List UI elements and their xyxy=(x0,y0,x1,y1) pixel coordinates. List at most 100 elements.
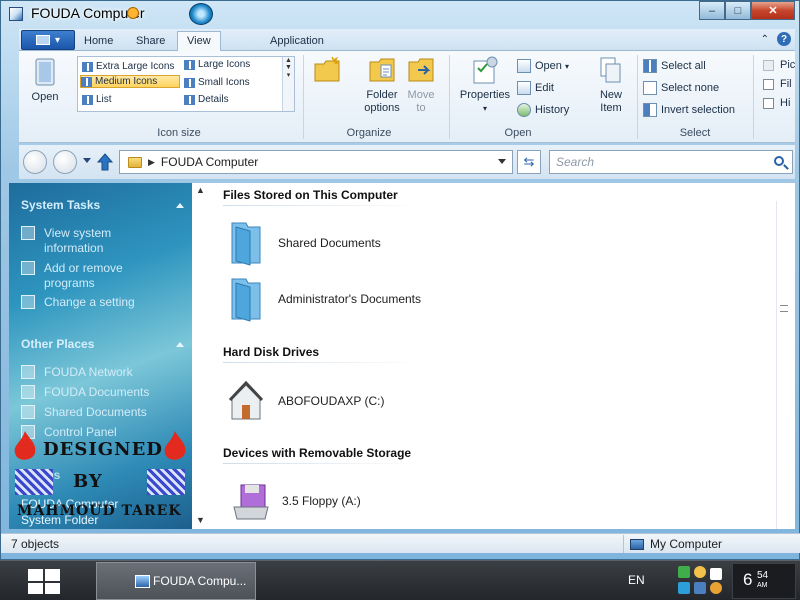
edit-button[interactable]: Edit xyxy=(517,81,554,95)
address-dropdown-icon[interactable] xyxy=(498,159,506,164)
history-button[interactable]: History xyxy=(517,103,569,117)
group-label-organize: Organize xyxy=(346,127,392,139)
minimize-button[interactable]: ‒ xyxy=(699,1,725,20)
group-separator xyxy=(303,55,304,139)
group-separator xyxy=(637,55,638,139)
layout-gallery: Extra Large Icons Large Icons Medium Ico… xyxy=(77,56,295,112)
close-button[interactable]: ✕ xyxy=(751,1,795,20)
item-administrators-documents[interactable]: Administrator's Documents xyxy=(228,275,421,323)
computer-icon xyxy=(135,575,150,588)
collapse-icon[interactable] xyxy=(176,342,184,347)
extra-large-icons-icon xyxy=(82,61,93,72)
place-shared-documents[interactable]: Shared Documents xyxy=(21,405,147,420)
item-local-disk-c[interactable]: ABOFOUDAXP (C:) xyxy=(228,377,384,425)
search-input[interactable]: Search xyxy=(549,150,793,174)
other-places-heading[interactable]: Other Places xyxy=(21,337,94,351)
scroll-up-icon[interactable]: ▲ xyxy=(196,185,205,195)
item-shared-documents[interactable]: Shared Documents xyxy=(228,219,381,267)
computer-icon[interactable] xyxy=(9,7,23,21)
tab-home[interactable]: Home xyxy=(75,32,122,51)
place-fouda-network[interactable]: FOUDA Network xyxy=(21,365,133,380)
tray-icon[interactable] xyxy=(678,566,690,578)
checkbox-file-extensions[interactable]: Fil xyxy=(763,78,792,90)
invert-selection-button[interactable]: Invert selection xyxy=(643,103,735,117)
file-menu-button[interactable]: ▾ xyxy=(21,30,75,50)
help-icon[interactable]: ? xyxy=(777,32,791,46)
layout-small-icons[interactable]: Small Icons xyxy=(184,77,250,88)
checkbox[interactable] xyxy=(763,78,774,90)
collapse-icon[interactable] xyxy=(176,203,184,208)
tab-view[interactable]: View xyxy=(177,31,221,52)
vertical-scrollbar[interactable] xyxy=(776,201,792,529)
media-reel-icon[interactable] xyxy=(189,3,213,25)
item-floppy-a[interactable]: 3.5 Floppy (A:) xyxy=(228,477,361,525)
task-add-remove-programs[interactable]: Add or remove programs xyxy=(21,261,131,291)
network-icon xyxy=(21,365,35,379)
properties-button[interactable]: Properties ▾ xyxy=(455,55,515,115)
quick-access-icon[interactable] xyxy=(127,7,139,19)
tab-share[interactable]: Share xyxy=(127,32,174,51)
content-pane: ▲ ▼ Files Stored on This Computer Shared… xyxy=(192,183,795,529)
up-arrow-icon[interactable] xyxy=(97,153,113,171)
checkbox-hidden-items[interactable]: Hi xyxy=(763,97,790,109)
collapse-ribbon-icon[interactable]: ⌃ xyxy=(761,34,769,45)
windows-logo-tile xyxy=(28,569,43,581)
checkbox-item-check-boxes[interactable]: Pic xyxy=(763,59,795,71)
tray-icon[interactable] xyxy=(694,566,706,578)
edit-icon xyxy=(517,81,531,95)
tray-icon[interactable] xyxy=(710,568,722,580)
checkbox[interactable] xyxy=(763,59,774,71)
language-indicator[interactable]: EN xyxy=(628,573,645,587)
task-change-setting[interactable]: Change a setting xyxy=(21,295,135,310)
group-label-select: Select xyxy=(679,127,711,139)
windows-logo-tile xyxy=(45,569,60,581)
taskbar-window-button[interactable]: FOUDA Compu... xyxy=(96,562,256,600)
back-button[interactable] xyxy=(23,150,47,174)
open-menu-button[interactable]: Open ▾ xyxy=(517,59,569,73)
tray-icon[interactable] xyxy=(710,582,722,594)
layout-details[interactable]: Details xyxy=(184,94,229,105)
new-item-button[interactable]: New Item xyxy=(589,55,633,115)
select-none-button[interactable]: Select none xyxy=(643,81,719,95)
clock[interactable]: 6 54 AM xyxy=(732,563,796,599)
taskbar-window-label: FOUDA Compu... xyxy=(153,574,247,588)
pattern-decoration xyxy=(15,469,53,495)
folder-options-button[interactable]: Folder options xyxy=(357,55,407,115)
move-to-button[interactable]: Move to xyxy=(403,55,439,115)
recent-locations-icon[interactable] xyxy=(83,158,91,163)
select-all-button[interactable]: Select all xyxy=(643,59,706,73)
system-tasks-heading[interactable]: System Tasks xyxy=(21,198,100,212)
section-removable-storage: Devices with Removable Storage xyxy=(223,446,412,460)
forward-button[interactable] xyxy=(53,150,77,174)
scroll-down-icon[interactable]: ▼ xyxy=(196,515,205,525)
folder-icon xyxy=(231,222,261,266)
address-bar[interactable]: ▶ FOUDA Computer xyxy=(119,150,513,174)
tab-application[interactable]: Application xyxy=(261,32,333,51)
system-tray xyxy=(676,564,730,598)
tray-icon[interactable] xyxy=(694,582,706,594)
search-icon[interactable] xyxy=(774,156,784,166)
section-divider xyxy=(223,362,423,363)
section-divider xyxy=(223,463,423,464)
network-icon[interactable] xyxy=(678,582,690,594)
horizontal-splitter[interactable]: ▲ ▼ xyxy=(196,183,210,529)
open-pane-icon xyxy=(35,58,55,86)
start-button[interactable] xyxy=(28,569,60,594)
title-bar[interactable]: FOUDA Computer ‒ □ ✕ xyxy=(1,1,800,27)
layout-extra-large-icons[interactable]: Extra Large Icons xyxy=(82,61,174,72)
clock-hour: 6 xyxy=(743,570,753,589)
gallery-scrollbar[interactable]: ▲ ▼ ▾ xyxy=(282,57,294,111)
scroll-thumb-grip[interactable] xyxy=(780,305,788,312)
refresh-button[interactable]: ⇆ xyxy=(517,150,541,174)
layout-large-icons[interactable]: Large Icons xyxy=(184,59,250,70)
layout-list[interactable]: List xyxy=(82,94,112,105)
open-button[interactable]: Open xyxy=(25,57,65,104)
place-fouda-documents[interactable]: FOUDA Documents xyxy=(21,385,149,400)
task-view-system-information[interactable]: View system information xyxy=(21,226,131,256)
breadcrumb-arrow-icon[interactable]: ▶ xyxy=(148,157,155,168)
section-divider xyxy=(223,205,423,206)
checkbox[interactable] xyxy=(763,97,774,109)
maximize-button[interactable]: □ xyxy=(725,1,751,20)
new-folder-button[interactable] xyxy=(311,55,343,89)
layout-medium-icons[interactable]: Medium Icons xyxy=(80,75,180,88)
